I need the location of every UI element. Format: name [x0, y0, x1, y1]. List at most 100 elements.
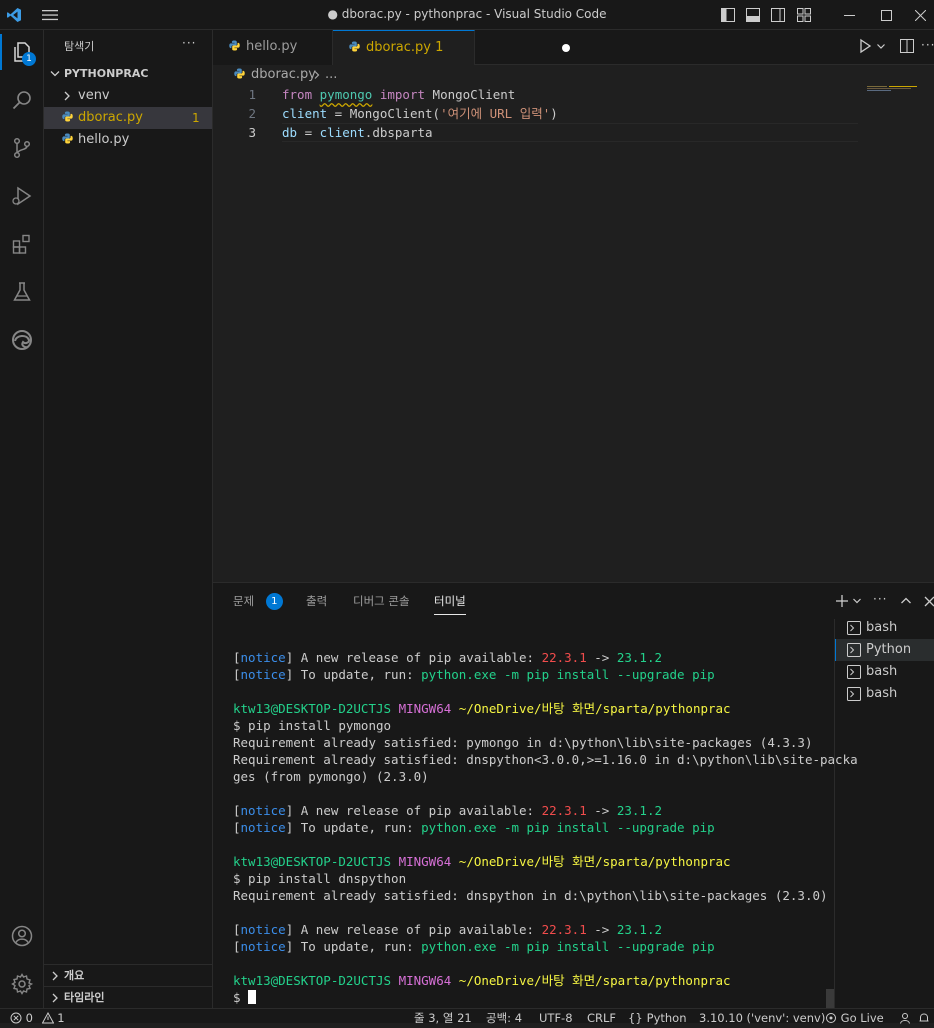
menu-hamburger-icon[interactable] [36, 0, 64, 30]
status-problems[interactable]: 0 1 [10, 1009, 65, 1025]
outline-section-header[interactable]: 개요 [44, 964, 212, 987]
testing-flask-icon[interactable] [0, 270, 44, 314]
old-version: 22.3.1 [541, 650, 587, 665]
close-panel-icon[interactable] [924, 594, 934, 612]
terminal-profile-chevron-down-icon[interactable] [852, 594, 862, 612]
bottom-panel: 문제 1 출력 디버그 콘솔 터미널 ··· [notice] A new re… [213, 582, 934, 1009]
panel-tab-output[interactable]: 출력 [306, 583, 327, 619]
tab-label: hello.py [246, 39, 298, 54]
code-line-2[interactable]: client = MongoClient('여기에 URL 입력') [282, 104, 558, 123]
token-paren: ( [432, 106, 441, 121]
run-and-debug-icon[interactable] [0, 174, 44, 218]
prompt-user: ktw13@DESKTOP-D2UCTJS [233, 701, 392, 716]
status-account-icon[interactable] [899, 1009, 911, 1024]
new-terminal-plus-icon[interactable] [835, 594, 849, 612]
run-python-file-icon[interactable] [858, 38, 872, 58]
run-options-chevron-down-icon[interactable] [876, 38, 886, 58]
edge-browser-icon[interactable] [0, 318, 44, 362]
status-language[interactable]: {} Python [628, 1009, 687, 1025]
status-eol[interactable]: CRLF [587, 1009, 616, 1025]
customize-layout-icon[interactable] [792, 0, 816, 30]
prompt-path: ~/OneDrive/바탕 화면/sparta/pythonprac [458, 701, 731, 716]
minimap[interactable] [867, 85, 934, 93]
prompt-env: MINGW64 [398, 854, 452, 869]
token-operator: = [297, 125, 320, 140]
token-module: pymongo [319, 87, 373, 102]
tab-dborac[interactable]: dborac.py 1 [333, 30, 570, 66]
toggle-panel-icon[interactable] [741, 0, 765, 30]
terminal-line: [notice] To update, run: python.exe -m p… [233, 667, 715, 682]
tab-hello[interactable]: hello.py [213, 30, 333, 65]
close-window-icon[interactable] [906, 0, 934, 30]
panel-tab-terminal[interactable]: 터미널 [434, 583, 466, 619]
toggle-secondary-sidebar-icon[interactable] [766, 0, 790, 30]
upgrade-command: python.exe -m pip install --upgrade pip [421, 820, 715, 835]
code-line-1[interactable]: from pymongo import MongoClient [282, 85, 515, 104]
sidebar-more-button[interactable]: ··· [182, 36, 196, 50]
panel-tab-problems[interactable]: 문제 1 [233, 583, 283, 619]
code-editor[interactable]: 1 from pymongo import MongoClient 2 clie… [213, 85, 934, 582]
status-cursor-position[interactable]: 줄 3, 열 21 [414, 1009, 472, 1025]
breadcrumb-file[interactable]: dborac.py [251, 65, 316, 85]
tree-item-venv[interactable]: venv [44, 85, 212, 107]
source-control-icon[interactable] [0, 126, 44, 170]
tree-item-dborac[interactable]: dborac.py 1 [44, 107, 212, 129]
upgrade-command: python.exe -m pip install --upgrade pip [421, 939, 715, 954]
project-name: PYTHONPRAC [64, 67, 149, 80]
status-indentation[interactable]: 공백: 4 [486, 1009, 522, 1025]
extensions-icon[interactable] [0, 222, 44, 266]
activity-bar: 1 [0, 30, 44, 1008]
toggle-primary-sidebar-icon[interactable] [716, 0, 740, 30]
terminal-output[interactable]: [notice] A new release of pip available:… [233, 649, 858, 1006]
terminal-line: [notice] To update, run: python.exe -m p… [233, 939, 715, 954]
editor-more-actions-icon[interactable]: ··· [921, 38, 934, 52]
panel-more-actions-icon[interactable]: ··· [873, 592, 887, 606]
status-notifications-bell-icon[interactable] [918, 1009, 930, 1024]
notice-text: To update, run: [293, 820, 422, 835]
prompt-env: MINGW64 [398, 701, 452, 716]
python-file-icon [62, 107, 78, 129]
terminal-list-item[interactable]: bash [835, 617, 934, 639]
terminal-icon [847, 687, 861, 709]
status-encoding[interactable]: UTF-8 [539, 1009, 573, 1025]
maximize-window-icon[interactable] [872, 0, 900, 30]
token-keyword: import [379, 87, 426, 102]
python-file-icon [62, 129, 78, 151]
python-file-icon [349, 31, 365, 65]
terminal-line: Requirement already satisfied: dnspython… [233, 888, 828, 903]
terminal-list-item[interactable]: Python [835, 639, 934, 661]
search-icon[interactable] [0, 78, 44, 122]
terminal-name: bash [866, 664, 898, 679]
settings-gear-icon[interactable] [0, 962, 44, 1006]
terminal-list-item[interactable]: bash [835, 661, 934, 683]
new-version: 23.1.2 [616, 650, 662, 665]
explorer-icon[interactable]: 1 [0, 30, 44, 74]
tree-item-hello[interactable]: hello.py [44, 129, 212, 151]
timeline-label: 타임라인 [64, 991, 105, 1004]
token-variable: db [282, 125, 298, 140]
terminal-name: Python [866, 642, 912, 657]
terminal-list-item[interactable]: bash [835, 683, 934, 705]
terminal-scrollbar-thumb[interactable] [826, 989, 834, 1008]
accounts-icon[interactable] [0, 914, 44, 958]
unsaved-dot-icon[interactable] [562, 44, 570, 52]
status-python-interpreter[interactable]: 3.10.10 ('venv': venv) [699, 1009, 825, 1025]
terminal-line: $ pip install pymongo [233, 718, 392, 733]
split-editor-icon[interactable] [900, 39, 914, 57]
minimize-window-icon[interactable] [826, 0, 872, 30]
token-variable: client [282, 106, 328, 121]
project-folder-header[interactable]: PYTHONPRAC [44, 63, 212, 85]
line-number: 3 [248, 125, 256, 140]
breadcrumb-symbols[interactable]: ... [325, 65, 337, 85]
notice-text: To update, run: [293, 667, 422, 682]
arrow: -> [586, 922, 617, 937]
status-go-live[interactable]: Go Live [825, 1009, 884, 1025]
code-line-3[interactable]: db = client.dbsparta [282, 123, 433, 142]
maximize-panel-chevron-up-icon[interactable] [900, 594, 912, 612]
timeline-section-header[interactable]: 타임라인 [44, 986, 212, 1009]
panel-tab-debug-console[interactable]: 디버그 콘솔 [353, 583, 410, 619]
